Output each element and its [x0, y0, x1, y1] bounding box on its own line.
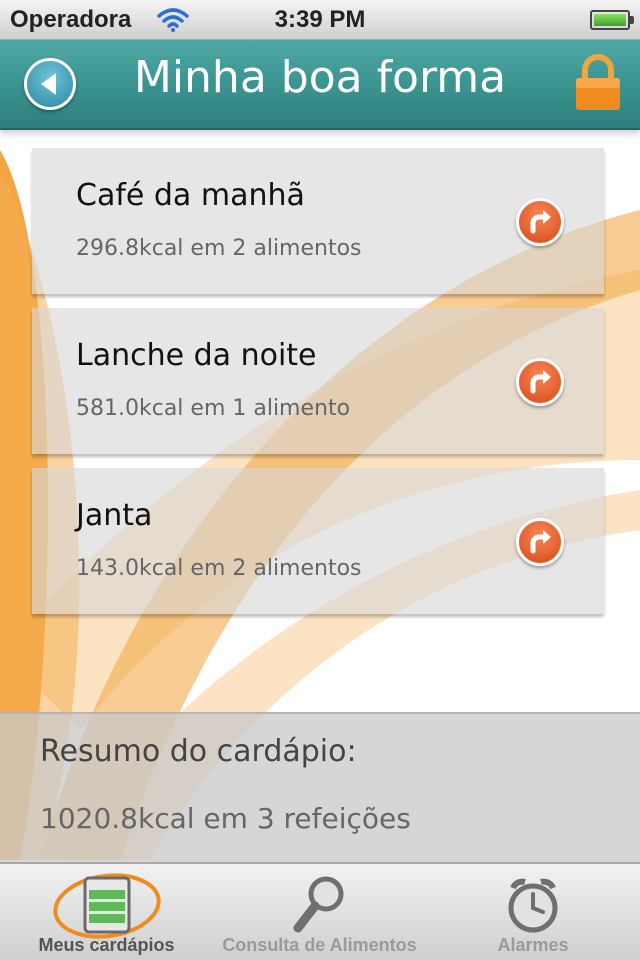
summary-total: 1020.8kcal em 3 refeições [40, 802, 411, 835]
magnifier-icon [293, 876, 343, 933]
meal-row-dinner[interactable]: Janta 143.0kcal em 2 alimentos [32, 468, 604, 614]
meal-summary: 581.0kcal em 1 alimento [76, 396, 351, 421]
curved-arrow-icon [530, 530, 551, 554]
open-meal-button[interactable] [516, 198, 564, 246]
tab-alarms[interactable]: Alarmes [426, 864, 640, 960]
meal-row-evening-snack[interactable]: Lanche da noite 581.0kcal em 1 alimento [32, 308, 604, 454]
tab-my-menus[interactable]: Meus cardápios [0, 864, 213, 960]
meal-name: Janta [76, 498, 153, 533]
header-bar: Minha boa forma [0, 40, 640, 130]
open-meal-button[interactable] [516, 518, 564, 566]
battery-icon [590, 10, 634, 30]
meal-summary: 296.8kcal em 2 alimentos [76, 236, 362, 261]
alarm-clock-icon [508, 878, 558, 933]
tab-food-lookup[interactable]: Consulta de Alimentos [213, 864, 426, 960]
curved-arrow-icon [530, 210, 551, 234]
curved-arrow-icon [530, 370, 551, 394]
summary-title: Resumo do cardápio: [40, 734, 357, 769]
meal-name: Café da manhã [76, 178, 305, 213]
clock: 3:39 PM [274, 6, 366, 33]
tab-label: Alarmes [497, 935, 569, 955]
lock-icon[interactable] [574, 54, 622, 112]
menu-list-icon [52, 873, 161, 939]
tab-label: Meus cardápios [38, 935, 175, 955]
tab-bar: Meus cardápios Consulta de Alimentos Ala… [0, 862, 640, 960]
open-meal-button[interactable] [516, 358, 564, 406]
menu-summary-panel: Resumo do cardápio: 1020.8kcal em 3 refe… [0, 712, 640, 862]
meal-name: Lanche da noite [76, 338, 317, 373]
status-bar: Operadora 3:39 PM [0, 0, 640, 40]
meal-summary: 143.0kcal em 2 alimentos [76, 556, 362, 581]
meal-row-breakfast[interactable]: Café da manhã 296.8kcal em 2 alimentos [32, 148, 604, 294]
page-title: Minha boa forma [133, 52, 507, 103]
tab-label: Consulta de Alimentos [222, 935, 417, 955]
